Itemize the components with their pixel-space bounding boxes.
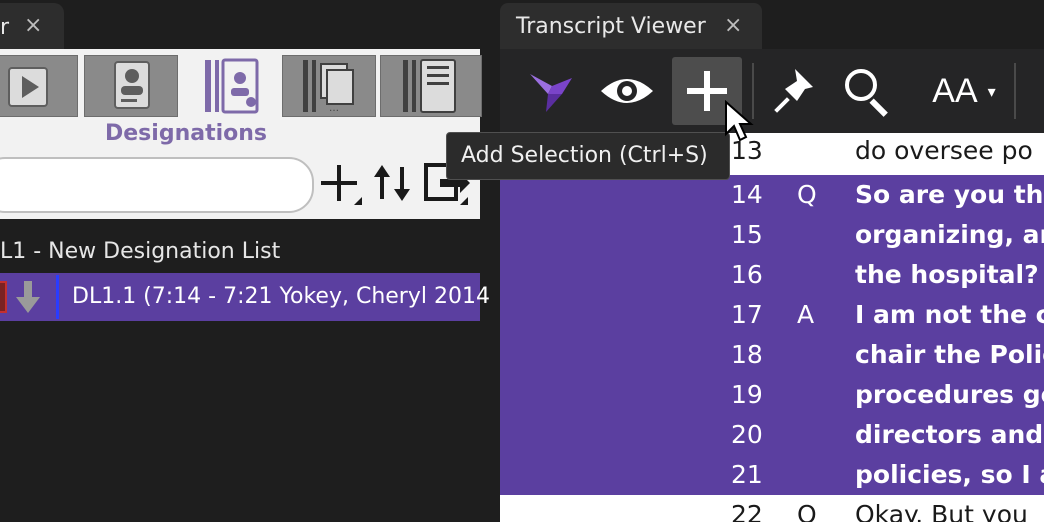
transcript-line[interactable]: 22 Q Okay. But you: [500, 495, 1044, 522]
designations-section-label: Designations: [105, 121, 268, 146]
line-text: directors and: [855, 420, 1044, 449]
speaker-label: Q: [797, 500, 817, 522]
notebook-icon: [403, 59, 456, 113]
selection-marker: [56, 275, 59, 319]
play-icon: [8, 67, 48, 107]
designation-list-item-label: DL1.1 (7:14 - 7:21 Yokey, Cheryl 2014: [72, 284, 490, 309]
font-size-icon: AA: [932, 71, 978, 110]
transcript-line[interactable]: 19 procedures go: [500, 375, 1044, 415]
line-text: organizing, ar: [855, 220, 1044, 249]
transcript-line[interactable]: 14 Q So are you th: [500, 175, 1044, 215]
transcript-line[interactable]: 17 A I am not the c: [500, 295, 1044, 335]
toolbar-divider: [1014, 63, 1016, 119]
transcript-viewer-close-button[interactable]: ×: [724, 13, 742, 38]
svg-text:…: …: [329, 103, 339, 114]
speaker-label: A: [797, 300, 815, 329]
transcript-body[interactable]: 13 do oversee po 14 Q So are you th 15 organiz…: [500, 133, 1044, 522]
line-number: 21: [731, 460, 763, 489]
color-swatch-icon: [0, 281, 7, 313]
sort-icon[interactable]: [372, 161, 414, 207]
add-selection-tooltip: Add Selection (Ctrl+S): [446, 132, 730, 180]
transcript-line[interactable]: 21 policies, so I a: [500, 455, 1044, 495]
designation-list-item[interactable]: DL1.1 (7:14 - 7:21 Yokey, Cheryl 2014: [0, 273, 490, 321]
arrow-down-icon[interactable]: [14, 279, 42, 315]
logo-bird-icon: [530, 74, 572, 112]
line-text: procedures go: [855, 380, 1044, 409]
line-text: So are you th: [855, 180, 1044, 209]
pin-icon: [774, 69, 813, 113]
transcript-viewer-tab-title: Transcript Viewer: [516, 14, 706, 39]
line-text: chair the Polic: [855, 340, 1044, 369]
designation-icon: [205, 58, 259, 114]
designation-search-input[interactable]: [0, 157, 314, 213]
transcript-viewer-tab[interactable]: Transcript Viewer ×: [500, 3, 762, 49]
search-button[interactable]: [832, 57, 902, 125]
line-number: 22: [731, 500, 763, 522]
add-icon[interactable]: [318, 161, 364, 207]
notebook-tab[interactable]: [380, 55, 482, 117]
line-text: policies, so I a: [855, 460, 1044, 489]
stacked-pages-icon: …: [303, 60, 354, 114]
font-size-button[interactable]: AA ▾: [916, 57, 1012, 125]
designations-toolbar: … Designations: [0, 49, 482, 219]
stacked-pages-tab[interactable]: …: [282, 55, 376, 117]
eye-icon: [601, 79, 653, 103]
designation-list: L1 - New Designation List DL1.1 (7:14 - …: [0, 219, 490, 522]
line-number: 16: [731, 260, 763, 289]
line-number: 17: [731, 300, 763, 329]
line-text: I am not the c: [855, 300, 1044, 329]
line-number: 18: [731, 340, 763, 369]
left-panel-tab[interactable]: r ×: [0, 3, 64, 49]
person-tab[interactable]: [84, 55, 178, 117]
left-tab-close-button[interactable]: ×: [24, 13, 42, 38]
logo-button[interactable]: [514, 57, 584, 125]
line-text: do oversee po: [855, 136, 1033, 165]
play-tab[interactable]: [0, 55, 78, 117]
line-number: 19: [731, 380, 763, 409]
view-button[interactable]: [592, 57, 662, 125]
speaker-label: Q: [797, 180, 817, 209]
transcript-line[interactable]: 20 directors and: [500, 415, 1044, 455]
designations-panel: … Designations L1 - New Designation List…: [0, 49, 490, 522]
transcript-line[interactable]: 18 chair the Polic: [500, 335, 1044, 375]
designations-tab[interactable]: [182, 55, 278, 117]
line-number: 15: [731, 220, 763, 249]
left-tab-title: r: [0, 15, 10, 40]
tooltip-text: Add Selection (Ctrl+S): [461, 143, 708, 168]
person-icon: [114, 61, 150, 109]
line-number: 14: [731, 180, 763, 209]
search-icon: [845, 69, 888, 117]
line-text: the hospital?: [855, 260, 1039, 289]
transcript-toolbar: AA ▾: [500, 49, 1044, 133]
mouse-cursor-icon: [725, 100, 754, 142]
chevron-down-icon: ▾: [987, 81, 996, 101]
line-number: 20: [731, 420, 763, 449]
pin-button[interactable]: [758, 57, 828, 125]
transcript-line[interactable]: 16 the hospital?: [500, 255, 1044, 295]
line-text: Okay. But you: [855, 500, 1028, 522]
designation-list-header[interactable]: L1 - New Designation List: [0, 239, 280, 264]
transcript-line[interactable]: 15 organizing, ar: [500, 215, 1044, 255]
